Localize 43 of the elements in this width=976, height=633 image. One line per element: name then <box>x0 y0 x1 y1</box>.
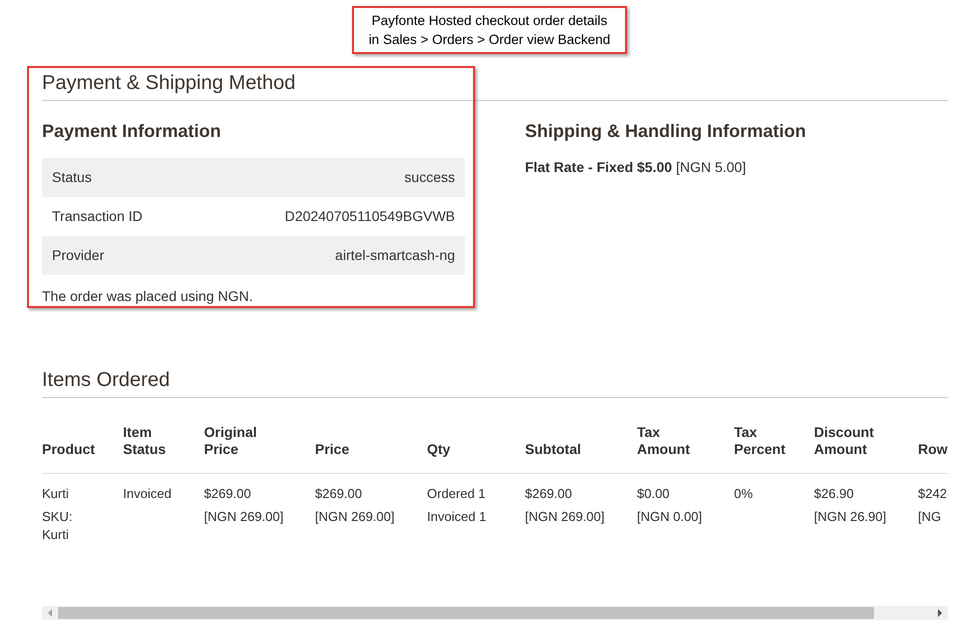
section-title: Payment & Shipping Method <box>42 71 296 96</box>
info-value: airtel-smartcash-ng <box>335 246 455 265</box>
table-cell-text: [NG <box>918 508 942 526</box>
info-value: D20240705110549BGVWB <box>284 207 455 226</box>
shipping-info-title: Shipping & Handling Information <box>525 120 806 143</box>
table-cell-text: [NGN 269.00] <box>204 508 284 526</box>
column-header: Original Price <box>204 424 257 458</box>
shipping-method: Flat Rate - Fixed $5.00 [NGN 5.00] <box>525 158 747 177</box>
column-header: Tax Amount <box>637 424 690 458</box>
column-header: Row <box>918 441 948 458</box>
table-cell-text: $26.90 <box>814 485 855 503</box>
column-header: Tax Percent <box>734 424 786 458</box>
table-cell-text: $269.00 <box>204 485 252 503</box>
currency-note: The order was placed using NGN. <box>42 287 254 306</box>
table-cell-text: [NGN 269.00] <box>315 508 396 526</box>
info-value: success <box>404 168 455 187</box>
table-cell-text: Ordered 1 <box>427 485 487 503</box>
table-cell-text: [NGN 0.00] <box>637 508 704 526</box>
info-label: Provider <box>52 246 104 265</box>
info-label: Status <box>52 168 92 187</box>
table-cell-text: Invoiced <box>123 485 172 503</box>
table-cell-text: $269.00 <box>315 485 363 503</box>
column-header: Discount Amount <box>814 424 874 458</box>
payment-info-title: Payment Information <box>42 120 222 143</box>
table-cell: $242 <box>918 485 948 503</box>
column-header: Price <box>315 441 350 458</box>
table-cell-text: [NGN 269.00] <box>525 508 606 526</box>
info-label: Transaction ID <box>52 207 143 226</box>
table-cell-text: $0.00 <box>637 485 671 503</box>
table-cell-text: [NGN 26.90] <box>814 508 888 526</box>
annotation-callout: Payfonte Hosted checkout order details in Sales > Orders > Order view Backend <box>352 6 627 54</box>
column-header: Product <box>42 441 95 458</box>
scrollbar-thumb[interactable] <box>58 607 874 619</box>
horizontal-scrollbar[interactable] <box>42 606 948 620</box>
column-header: Subtotal <box>525 441 581 458</box>
table-cell-text: Kurti <box>42 485 70 503</box>
column-header: Item Status <box>123 424 166 458</box>
table-cell-text: 0% <box>734 485 754 503</box>
table-cell-text: $269.00 <box>525 485 573 503</box>
table-cell-text: SKU: Kurti <box>42 508 74 544</box>
items-ordered-title: Items Ordered <box>42 368 171 393</box>
table-cell-text: Invoiced 1 <box>427 508 488 526</box>
column-header: Qty <box>427 441 450 458</box>
